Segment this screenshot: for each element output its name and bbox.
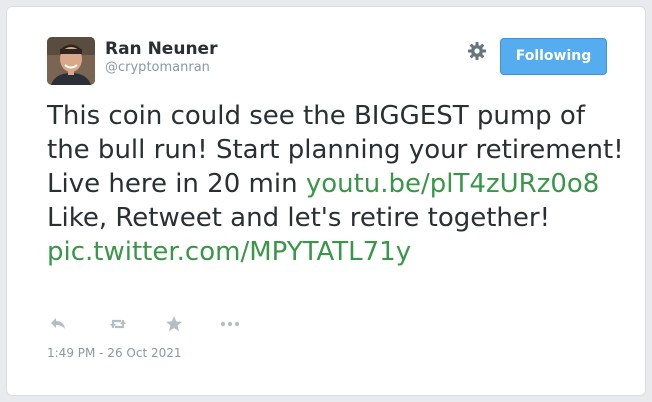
favorite-icon[interactable] — [163, 313, 185, 335]
tweet-timestamp[interactable]: 1:49 PM - 26 Oct 2021 — [47, 346, 182, 360]
tweet-text-part-2: Like, Retweet and let's retire together! — [47, 203, 551, 233]
reply-icon[interactable] — [47, 313, 69, 335]
gear-icon[interactable] — [467, 41, 487, 61]
handle[interactable]: @cryptomanran — [105, 60, 210, 75]
tweet-link-pic[interactable]: pic.twitter.com/MPYTATL71y — [47, 237, 411, 267]
retweet-icon[interactable] — [107, 313, 129, 335]
following-button[interactable]: Following — [500, 38, 607, 75]
tweet-link-youtube[interactable]: youtu.be/plT4zURz0o8 — [306, 169, 600, 199]
tweet-text: This coin could see the BIGGEST pump of … — [47, 99, 627, 269]
tweet-card: Ran Neuner @cryptomanran Following This … — [6, 6, 646, 396]
display-name[interactable]: Ran Neuner — [105, 39, 217, 59]
avatar[interactable] — [47, 37, 95, 85]
more-icon[interactable] — [219, 313, 241, 335]
